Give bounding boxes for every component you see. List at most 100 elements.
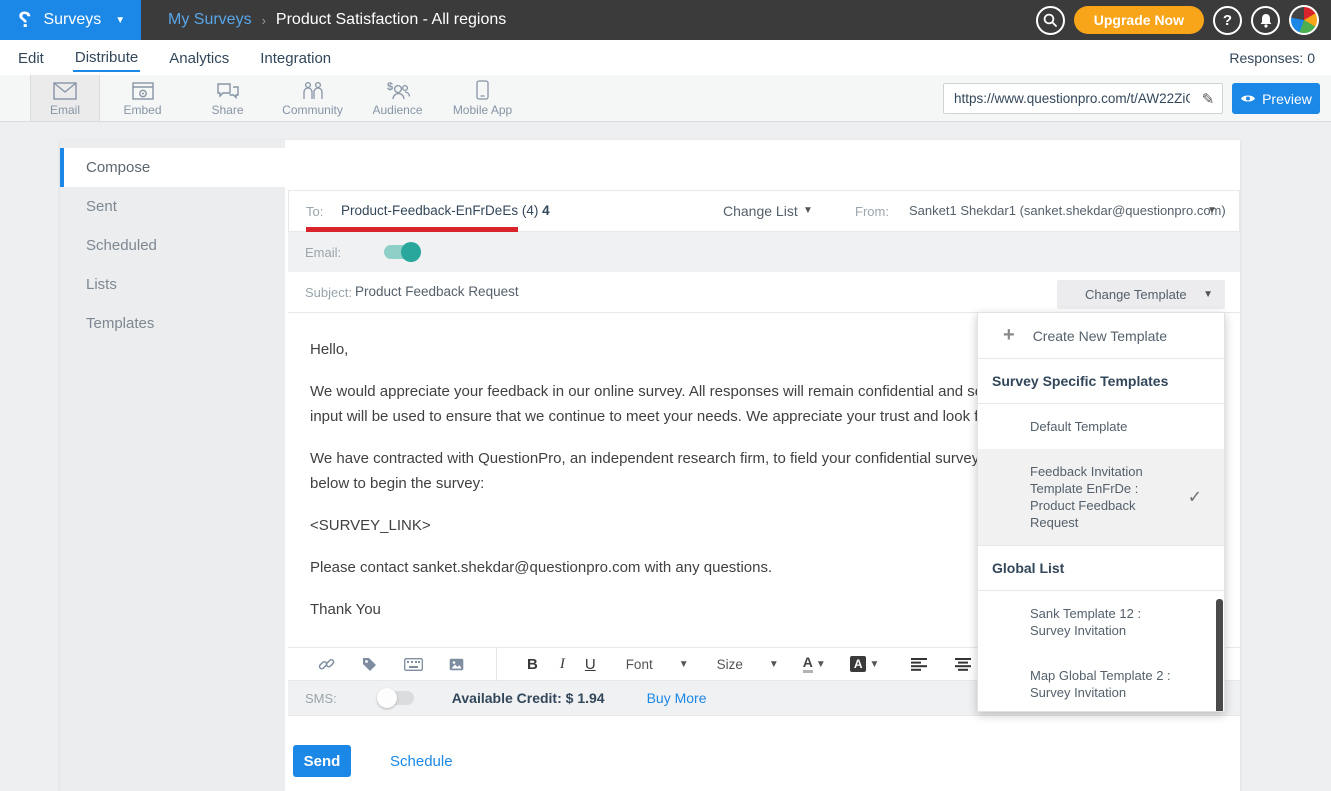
chevron-down-icon: ▼	[115, 15, 125, 26]
help-icon: ?	[1223, 12, 1232, 29]
dist-tab-email[interactable]: Email	[30, 75, 100, 121]
search-button[interactable]	[1036, 6, 1065, 35]
keyboard-icon[interactable]	[404, 658, 423, 671]
font-caret-icon: ▼	[679, 659, 689, 670]
text-color-button[interactable]: A ▼	[803, 655, 826, 673]
bg-color-caret-icon: ▼	[869, 659, 879, 670]
change-template-dropdown: + Create New Template Survey Specific Te…	[977, 312, 1225, 712]
underline-button[interactable]: U	[585, 656, 596, 673]
top-header: ? Surveys ▼ My Surveys › Product Satisfa…	[0, 0, 1331, 40]
breadcrumb-separator: ›	[262, 13, 266, 28]
tab-edit[interactable]: Edit	[16, 44, 46, 71]
dist-tab-share[interactable]: Share	[185, 75, 270, 121]
font-dropdown-label: Font	[626, 657, 653, 672]
size-dropdown[interactable]: Size ▼	[717, 657, 779, 672]
product-switcher[interactable]: ? Surveys ▼	[0, 0, 141, 40]
sidebar-item-templates[interactable]: Templates	[60, 304, 285, 343]
dropdown-scrollbar[interactable]	[1216, 599, 1223, 712]
from-caret-icon[interactable]: ▼	[1207, 205, 1217, 216]
dist-tab-community[interactable]: Community	[270, 75, 355, 121]
mobile-app-icon	[476, 80, 489, 100]
email-toggle-knob	[401, 242, 421, 262]
upgrade-now-button[interactable]: Upgrade Now	[1074, 6, 1204, 34]
sidebar-item-compose[interactable]: Compose	[60, 148, 285, 187]
tab-distribute[interactable]: Distribute	[73, 43, 140, 72]
template-item-default[interactable]: Default Template	[978, 404, 1224, 449]
breadcrumb: My Surveys › Product Satisfaction - All …	[168, 0, 506, 40]
email-icon	[53, 80, 77, 100]
template-item-label: Sank Template 12 : Survey Invitation	[1030, 605, 1180, 639]
distribute-toolbar: Email Embed Share Community $ Audience M…	[0, 75, 1331, 122]
create-new-template-item[interactable]: + Create New Template	[978, 313, 1224, 359]
from-label: From:	[855, 204, 889, 219]
subject-label: Subject:	[305, 285, 352, 300]
sidebar-item-lists[interactable]: Lists	[60, 265, 285, 304]
align-left-icon[interactable]	[911, 658, 927, 671]
dist-tab-label: Mobile App	[453, 103, 512, 117]
check-icon: ✓	[1188, 489, 1202, 506]
toolbar-divider	[496, 647, 497, 681]
dist-tab-audience[interactable]: $ Audience	[355, 75, 440, 121]
template-item-global[interactable]: Sank Template 12 : Survey Invitation	[978, 591, 1224, 653]
template-item-label: Feedback Invitation Template EnFrDe : Pr…	[1030, 463, 1180, 531]
user-avatar[interactable]	[1289, 5, 1319, 35]
survey-nav: Edit Distribute Analytics Integration Re…	[0, 40, 1331, 75]
sms-toggle[interactable]	[380, 691, 414, 705]
change-template-label: Change Template	[1085, 287, 1187, 302]
dist-tab-label: Share	[211, 103, 243, 117]
tab-integration[interactable]: Integration	[258, 44, 333, 71]
preview-button[interactable]: Preview	[1232, 83, 1320, 114]
dist-tab-label: Email	[50, 103, 80, 117]
email-sidebar: Compose Sent Scheduled Lists Templates	[60, 140, 285, 791]
help-button[interactable]: ?	[1213, 6, 1242, 35]
change-list-caret-icon[interactable]: ▼	[803, 205, 813, 216]
email-toggle[interactable]	[384, 245, 418, 259]
to-list-value[interactable]: Product-Feedback-EnFrDeEs (4) 4	[341, 203, 550, 218]
plus-icon: +	[1003, 324, 1015, 347]
dist-tab-label: Embed	[123, 103, 161, 117]
breadcrumb-parent-link[interactable]: My Surveys	[168, 11, 252, 29]
embed-icon	[132, 80, 154, 100]
tab-analytics[interactable]: Analytics	[167, 44, 231, 71]
size-caret-icon: ▼	[769, 659, 779, 670]
responses-count[interactable]: Responses: 0	[1229, 50, 1315, 66]
edit-url-pencil-icon[interactable]: ✎	[1194, 90, 1222, 108]
align-center-icon[interactable]	[955, 658, 971, 671]
section-header-survey-specific: Survey Specific Templates	[978, 359, 1224, 404]
sidebar-item-scheduled[interactable]: Scheduled	[60, 226, 285, 265]
dist-tab-mobile-app[interactable]: Mobile App	[440, 75, 525, 121]
dist-tab-embed[interactable]: Embed	[100, 75, 185, 121]
dist-tab-label: Audience	[372, 103, 422, 117]
merge-tag-icon[interactable]	[361, 656, 378, 673]
search-icon	[1043, 13, 1057, 27]
font-dropdown[interactable]: Font ▼	[626, 657, 689, 672]
from-sender-value[interactable]: Sanket1 Shekdar1 (sanket.shekdar@questio…	[909, 203, 1226, 218]
italic-button[interactable]: I	[560, 656, 565, 673]
schedule-link[interactable]: Schedule	[390, 753, 453, 770]
send-button[interactable]: Send	[293, 745, 351, 777]
buy-more-link[interactable]: Buy More	[647, 690, 707, 706]
insert-link-icon[interactable]	[318, 656, 335, 673]
subject-row: Subject: Product Feedback Request Change…	[288, 272, 1240, 313]
subject-input[interactable]: Product Feedback Request	[355, 284, 519, 299]
svg-text:$: $	[387, 81, 393, 93]
template-item-selected[interactable]: Feedback Invitation Template EnFrDe : Pr…	[978, 449, 1224, 546]
preview-label: Preview	[1262, 91, 1312, 107]
email-toggle-label: Email:	[305, 245, 341, 260]
change-template-button[interactable]: Change Template ▼	[1057, 280, 1225, 309]
global-template-list: Sank Template 12 : Survey Invitation Map…	[978, 591, 1224, 712]
insert-image-icon[interactable]	[449, 658, 464, 671]
sidebar-item-sent[interactable]: Sent	[60, 187, 285, 226]
survey-url-input[interactable]	[944, 91, 1194, 106]
change-template-caret-icon: ▼	[1203, 289, 1213, 300]
create-new-template-label: Create New Template	[1033, 328, 1167, 344]
notifications-button[interactable]	[1251, 6, 1280, 35]
eye-icon	[1240, 93, 1256, 104]
bg-color-icon: A	[850, 656, 867, 672]
change-list-button[interactable]: Change List	[723, 203, 798, 219]
template-item-global[interactable]: Map Global Template 2 : Survey Invitatio…	[978, 653, 1224, 712]
bold-button[interactable]: B	[527, 656, 538, 673]
to-list-name: Product-Feedback-EnFrDeEs (4)	[341, 203, 538, 218]
bg-color-button[interactable]: A ▼	[850, 656, 880, 672]
to-list-count: 4	[542, 203, 550, 218]
